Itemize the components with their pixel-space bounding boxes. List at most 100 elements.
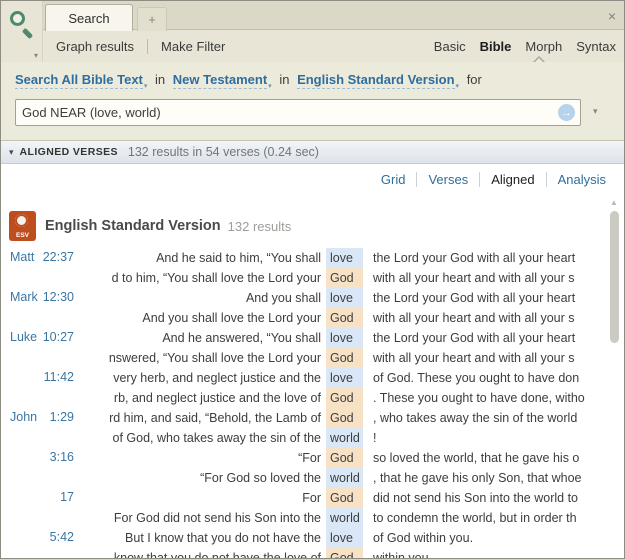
keyword-hit[interactable]: God <box>326 308 363 328</box>
result-row[interactable]: John 1:29 rd him, and said, “Behold, the L… <box>2 408 606 428</box>
context-before: And you shall <box>245 291 321 305</box>
context-after: ! <box>373 431 377 445</box>
tab-basic[interactable]: Basic <box>434 39 466 54</box>
result-row[interactable]: nswered, “You shall love the Lord your Go… <box>2 348 606 368</box>
verse-reference[interactable] <box>2 388 90 408</box>
search-window: ▾ Search + × Graph results Make Filter B… <box>0 0 625 559</box>
verse-reference[interactable] <box>2 428 90 448</box>
panel-menu-chevron-down-icon[interactable]: ▾ <box>34 51 38 60</box>
verse-reference[interactable]: Matt 22:37 <box>2 248 90 268</box>
result-row[interactable]: 3:16 “For God so loved the world, that he g… <box>2 448 606 468</box>
version-header: ESV English Standard Version 132 results <box>9 211 291 241</box>
result-row[interactable]: For God did not send his Son into the wor… <box>2 508 606 528</box>
context-before: know that you do not have the love of <box>113 551 321 559</box>
verse-reference[interactable] <box>2 508 90 528</box>
search-input[interactable] <box>16 105 558 120</box>
verse-reference[interactable]: 11:42 <box>2 368 90 388</box>
keyword-hit[interactable]: love <box>326 328 363 348</box>
chapter-verse[interactable]: 5:42 <box>50 530 74 544</box>
graph-results-menu[interactable]: Graph results <box>56 39 134 54</box>
verse-reference[interactable] <box>2 548 90 558</box>
magnifier-handle-icon <box>21 27 34 40</box>
result-row[interactable]: And you shall love the Lord your God with … <box>2 308 606 328</box>
tab-search-label: Search <box>68 10 110 26</box>
result-row[interactable]: 5:42 But I know that you do not have the l… <box>2 528 606 548</box>
view-aligned[interactable]: Aligned <box>491 172 534 187</box>
verse-reference[interactable] <box>2 468 90 488</box>
verse-reference[interactable]: Luke 10:27 <box>2 328 90 348</box>
verse-reference[interactable]: 17 <box>2 488 90 508</box>
keyword-hit[interactable]: love <box>326 528 363 548</box>
result-row[interactable]: 11:42 very herb, and neglect justice and … <box>2 368 606 388</box>
result-row[interactable]: Luke 10:27 And he answered, “You shall love… <box>2 328 606 348</box>
chapter-verse[interactable]: 22:37 <box>43 250 74 264</box>
verse-reference[interactable]: 3:16 <box>2 448 90 468</box>
keyword-hit[interactable]: God <box>326 448 363 468</box>
result-row[interactable]: rb, and neglect justice and the love of G… <box>2 388 606 408</box>
collapse-chevron-icon[interactable]: ▾ <box>9 147 14 158</box>
context-after: did not send his Son into the world to <box>373 491 578 505</box>
result-row[interactable]: Matt 22:37 And he said to him, “You shall l… <box>2 248 606 268</box>
book-name[interactable]: Luke <box>10 330 37 344</box>
scope-range-dropdown[interactable]: New Testament <box>172 72 268 89</box>
verse-reference[interactable] <box>2 348 90 368</box>
chapter-verse[interactable]: 3:16 <box>50 450 74 464</box>
context-after: the Lord your God with all your heart <box>373 251 576 265</box>
keyword-hit[interactable]: love <box>326 368 363 388</box>
context-before: rb, and neglect justice and the love of <box>113 391 321 405</box>
keyword-hit[interactable]: world <box>326 468 363 488</box>
result-row[interactable]: know that you do not have the love of God… <box>2 548 606 559</box>
book-name[interactable]: Matt <box>10 250 34 264</box>
context-before: of God, who takes away the sin of the <box>112 431 321 445</box>
tab-morph[interactable]: Morph <box>525 39 562 54</box>
aligned-verses-section-header[interactable]: ▾ ALIGNED VERSES 132 results in 54 verse… <box>1 141 624 164</box>
tab-search[interactable]: Search <box>45 4 133 31</box>
keyword-hit[interactable]: God <box>326 548 363 558</box>
book-name[interactable]: Mark <box>10 290 38 304</box>
keyword-hit[interactable]: God <box>326 388 363 408</box>
keyword-hit[interactable]: world <box>326 428 363 448</box>
result-row[interactable]: d to him, “You shall love the Lord your G… <box>2 268 606 288</box>
keyword-hit[interactable]: love <box>326 248 363 268</box>
scrollbar-thumb[interactable] <box>610 211 619 343</box>
scope-search-kind-dropdown[interactable]: Search All Bible Text <box>15 72 143 89</box>
context-after: with all your heart and with all your s <box>373 351 575 365</box>
search-panel-icon[interactable] <box>8 11 36 41</box>
verse-reference[interactable]: 5:42 <box>2 528 90 548</box>
close-icon[interactable]: × <box>608 8 616 24</box>
result-row[interactable]: “For God so loved the world , that he gave… <box>2 468 606 488</box>
chapter-verse[interactable]: 12:30 <box>43 290 74 304</box>
scope-version-dropdown[interactable]: English Standard Version <box>297 72 455 89</box>
new-tab-button[interactable]: + <box>137 7 167 31</box>
chapter-verse[interactable]: 17 <box>60 490 74 504</box>
verse-reference[interactable] <box>2 308 90 328</box>
keyword-hit[interactable]: God <box>326 488 363 508</box>
verse-reference[interactable] <box>2 268 90 288</box>
keyword-hit[interactable]: God <box>326 408 363 428</box>
verse-reference[interactable]: Mark 12:30 <box>2 288 90 308</box>
go-arrow-button[interactable]: → <box>558 104 575 121</box>
chapter-verse[interactable]: 10:27 <box>43 330 74 344</box>
chapter-verse[interactable]: 11:42 <box>44 370 74 384</box>
keyword-hit[interactable]: God <box>326 268 363 288</box>
keyword-hit[interactable]: world <box>326 508 363 528</box>
version-result-count: 132 results <box>227 218 292 234</box>
tab-bible[interactable]: Bible <box>480 39 512 54</box>
book-name[interactable]: John <box>10 410 37 424</box>
make-filter-menu[interactable]: Make Filter <box>161 39 225 54</box>
result-row[interactable]: of God, who takes away the sin of the wor… <box>2 428 606 448</box>
scrollbar-up-arrow-icon[interactable]: ▲ <box>610 198 618 207</box>
scrollbar[interactable]: ▲ <box>608 196 622 556</box>
result-row[interactable]: 17 For God did not send his Son into the wo… <box>2 488 606 508</box>
view-grid[interactable]: Grid <box>381 172 406 187</box>
esv-resource-icon[interactable]: ESV <box>9 211 36 241</box>
verse-reference[interactable]: John 1:29 <box>2 408 90 428</box>
query-history-chevron-down-icon[interactable]: ▾ <box>593 106 598 117</box>
keyword-hit[interactable]: love <box>326 288 363 308</box>
chapter-verse[interactable]: 1:29 <box>50 410 74 424</box>
view-verses[interactable]: Verses <box>428 172 468 187</box>
view-analysis[interactable]: Analysis <box>558 172 606 187</box>
tab-syntax[interactable]: Syntax <box>576 39 616 54</box>
keyword-hit[interactable]: God <box>326 348 363 368</box>
result-row[interactable]: Mark 12:30 And you shall love the Lord your … <box>2 288 606 308</box>
